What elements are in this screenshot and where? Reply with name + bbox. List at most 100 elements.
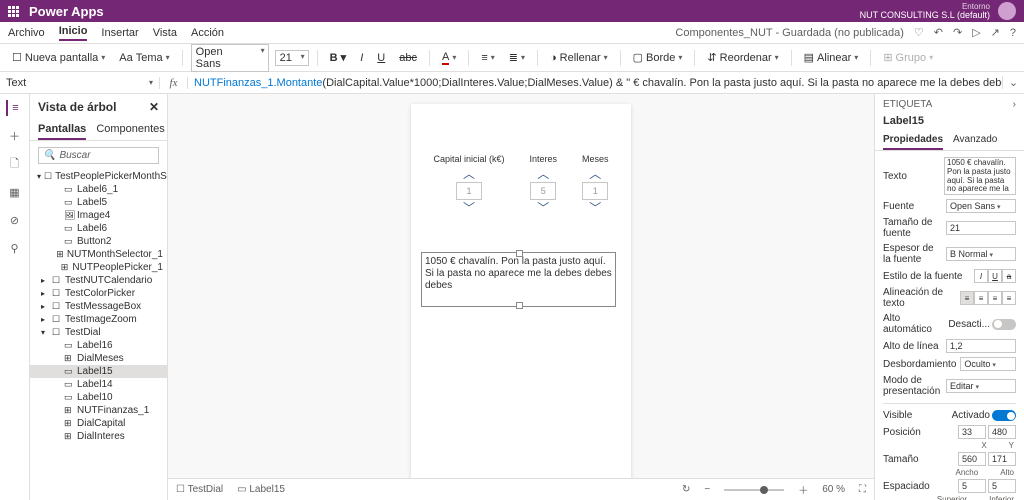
prop-visible-toggle[interactable] (992, 410, 1016, 421)
prop-overflow-select[interactable]: Oculto (960, 357, 1016, 371)
rail-data-icon[interactable]: 🗋 (7, 156, 23, 172)
tree-node[interactable]: ▸☐TestNUTCalendario (30, 274, 167, 287)
fill-button[interactable]: ◑ Rellenar (546, 50, 612, 66)
reorder-button[interactable]: ⇵ Reordenar (703, 49, 782, 66)
prop-y-input[interactable]: 480 (988, 425, 1016, 439)
property-select[interactable]: Text (0, 77, 160, 89)
prop-weight-select[interactable]: B Normal (946, 247, 1016, 261)
prop-x-input[interactable]: 33 (958, 425, 986, 439)
tree-node[interactable]: ▭Label6 (30, 222, 167, 235)
zoom-out-icon[interactable]: − (704, 484, 710, 495)
tree-node[interactable]: ▸☐TestMessageBox (30, 300, 167, 313)
new-screen-button[interactable]: ☐ Nueva pantalla (8, 49, 109, 66)
prop-h-input[interactable]: 171 (988, 452, 1016, 466)
tab-propiedades[interactable]: Propiedades (883, 131, 943, 150)
prop-textalign-group[interactable]: ≡≡≡≡ (960, 291, 1016, 305)
underline-button[interactable]: U (373, 50, 389, 66)
border-button[interactable]: ▢ Borde (629, 49, 687, 66)
prop-fontstyle-group[interactable]: IUa (974, 269, 1016, 283)
tree-node[interactable]: ▭Button2 (30, 235, 167, 248)
tree-node[interactable]: ▭Label14 (30, 378, 167, 391)
zoom-in-icon[interactable]: ＋ (798, 482, 808, 497)
tree-node[interactable]: ⊞NUTMonthSelector_1 (30, 248, 167, 261)
theme-button[interactable]: Aa Tema (115, 50, 173, 66)
avatar[interactable] (998, 2, 1016, 20)
tree-node[interactable]: ▾☐TestDial (30, 326, 167, 339)
label15-control[interactable]: 1050 € chavalín. Pon la pasta justo aquí… (421, 252, 616, 307)
tab-avanzado[interactable]: Avanzado (953, 131, 997, 150)
tree-node[interactable]: ▭Label15 (30, 365, 167, 378)
group-button[interactable]: ⊞ Grupo (879, 49, 937, 66)
strike-button[interactable]: abc (395, 50, 421, 66)
prop-pt-input[interactable]: 5 (958, 479, 986, 493)
help-icon[interactable]: ? (1010, 27, 1016, 39)
align-obj-button[interactable]: ▤ Alinear (800, 49, 863, 66)
rail-tree-icon[interactable]: ≡ (6, 100, 22, 116)
prop-displaymode-select[interactable]: Editar (946, 379, 1016, 393)
expand-formula-icon[interactable]: ⌄ (1002, 76, 1024, 89)
environment-picker[interactable]: Entorno NUT CONSULTING S.L (default) (860, 3, 990, 20)
publish-icon[interactable]: ↗ (991, 26, 1000, 39)
prop-autoheight-toggle[interactable] (992, 319, 1016, 330)
tree-node[interactable]: ▭Label16 (30, 339, 167, 352)
stepper-up-icon[interactable]: ︿ (433, 168, 504, 180)
stepper-down-icon[interactable]: ﹀ (433, 202, 504, 214)
prop-font-select[interactable]: Open Sans (946, 199, 1016, 213)
stepper-value[interactable]: 1 (582, 182, 608, 200)
rail-variables-icon[interactable]: ⊘ (7, 212, 23, 228)
tree-node[interactable]: ▸☐TestImageZoom (30, 313, 167, 326)
play-icon[interactable]: ▷ (972, 26, 980, 39)
stepper-up-icon[interactable]: ︿ (529, 168, 557, 180)
menu-vista[interactable]: Vista (153, 27, 177, 39)
bold-button[interactable]: B ▾ (326, 49, 351, 66)
fit-icon[interactable]: ⛶ (859, 484, 866, 495)
design-canvas[interactable]: Capital inicial (k€)︿1﹀Interes︿5﹀Meses︿1… (411, 104, 631, 478)
valign-button[interactable]: ≣ (505, 49, 529, 66)
tree-node[interactable]: ▸☐TestColorPicker (30, 287, 167, 300)
stepper-value[interactable]: 5 (530, 182, 556, 200)
menu-accion[interactable]: Acción (191, 27, 224, 39)
rail-media-icon[interactable]: ▦ (7, 184, 23, 200)
prop-w-input[interactable]: 560 (958, 452, 986, 466)
tree-node[interactable]: ⊞NUTPeoplePicker_1 (30, 261, 167, 274)
tab-componentes[interactable]: Componentes (96, 120, 165, 140)
tree-node[interactable]: 🖼Image4 (30, 209, 167, 222)
prop-fontsize-input[interactable]: 21 (946, 221, 1016, 235)
app-checker-icon[interactable]: ♡ (914, 26, 924, 39)
stepper-down-icon[interactable]: ﹀ (582, 202, 609, 214)
rail-insert-icon[interactable]: ＋ (7, 128, 23, 144)
rail-advanced-icon[interactable]: ⚲ (7, 240, 23, 256)
prop-pb-input[interactable]: 5 (988, 479, 1016, 493)
status-element[interactable]: ▭ Label15 (237, 484, 285, 495)
prop-text-input[interactable]: 1050 € chavalín. Pon la pasta justo aquí… (944, 157, 1016, 195)
menu-insertar[interactable]: Insertar (101, 27, 138, 39)
tab-pantallas[interactable]: Pantallas (38, 120, 86, 140)
tree-node[interactable]: ⊞DialInteres (30, 430, 167, 443)
fontcolor-button[interactable]: A (438, 49, 460, 67)
undo-icon[interactable]: ↶ (934, 26, 943, 39)
tree-search[interactable]: 🔍 Buscar (38, 147, 159, 164)
tree-node[interactable]: ⊞NUTFinanzas_1 (30, 404, 167, 417)
stepper-up-icon[interactable]: ︿ (582, 168, 609, 180)
formula-input[interactable]: NUTFinanzas_1.Montante(DialCapital.Value… (188, 76, 1002, 89)
font-select[interactable]: Open Sans (191, 44, 269, 72)
menu-archivo[interactable]: Archivo (8, 27, 45, 39)
tree-node[interactable]: ▭Label6_1 (30, 183, 167, 196)
fontsize-select[interactable]: 21 (275, 50, 309, 66)
app-launcher-icon[interactable] (8, 6, 19, 17)
tree-node[interactable]: ⊞DialCapital (30, 417, 167, 430)
orientation-icon[interactable]: ↻ (682, 484, 690, 495)
status-screen[interactable]: ☐ TestDial (176, 484, 223, 495)
tree-node[interactable]: ▾☐TestPeoplePickerMonthSelector (30, 170, 167, 183)
tree-node[interactable]: ⊞DialMeses (30, 352, 167, 365)
tree-node[interactable]: ▭Label5 (30, 196, 167, 209)
prop-lineheight-input[interactable]: 1,2 (946, 339, 1016, 353)
stepper-value[interactable]: 1 (456, 182, 482, 200)
tree-node[interactable]: ▭Label10 (30, 391, 167, 404)
italic-button[interactable]: I (356, 50, 367, 66)
menu-inicio[interactable]: Inicio (59, 25, 88, 41)
align-text-button[interactable]: ≡ (477, 50, 498, 66)
tree-close-icon[interactable]: ✕ (149, 100, 159, 114)
props-collapse-icon[interactable]: › (1013, 99, 1016, 110)
redo-icon[interactable]: ↷ (953, 26, 962, 39)
